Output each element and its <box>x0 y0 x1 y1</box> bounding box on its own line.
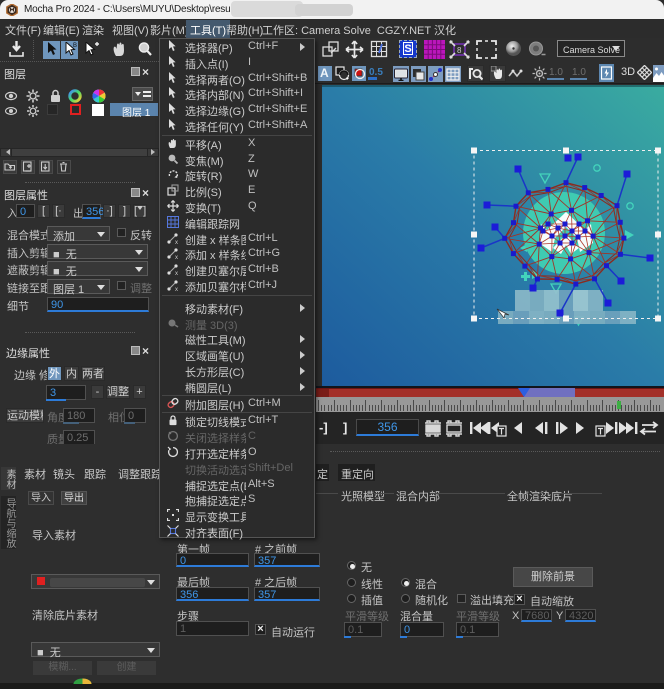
svg-text:x: x <box>175 271 178 275</box>
svg-text:8: 8 <box>457 46 462 55</box>
svg-text:x: x <box>175 255 178 259</box>
svg-text:x: x <box>175 240 178 244</box>
svg-text:x: x <box>175 287 178 291</box>
svg-text:B: B <box>73 43 77 49</box>
